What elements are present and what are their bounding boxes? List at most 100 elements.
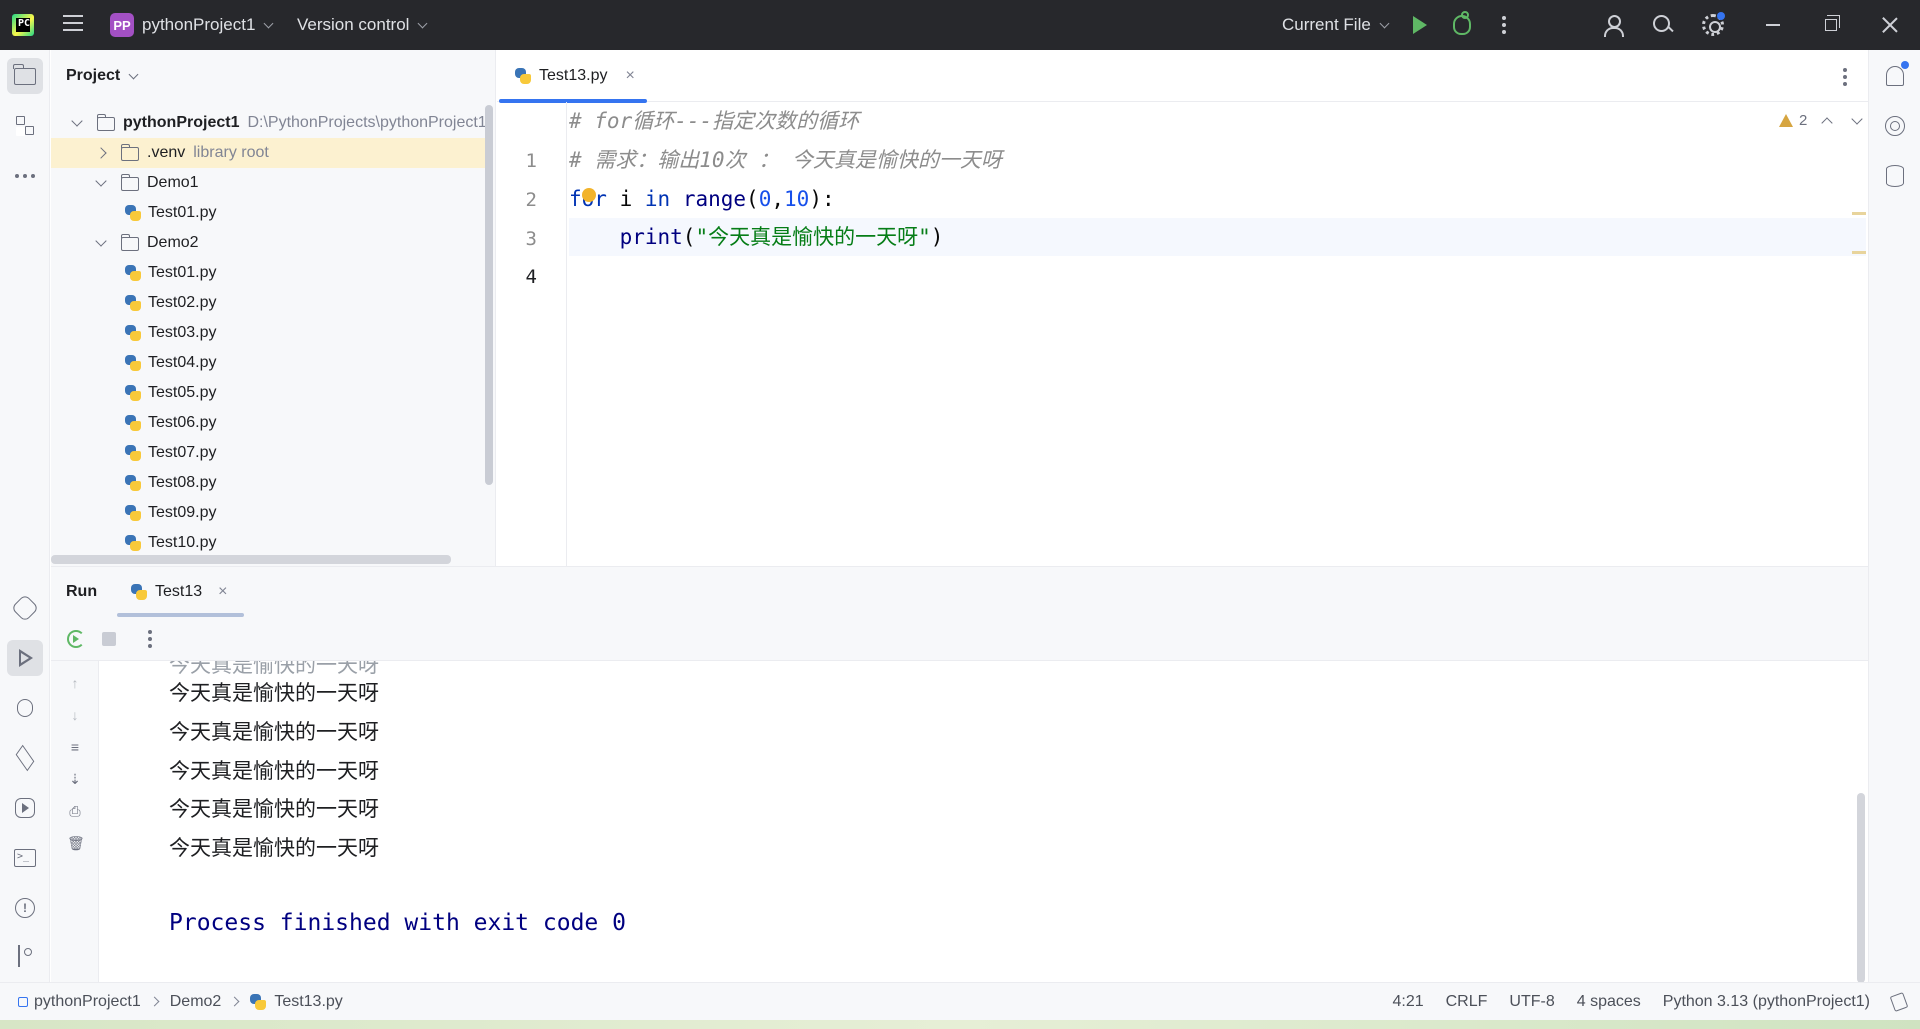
tree-file-row[interactable]: Test04.py [51,348,495,378]
chevron-down-icon [128,69,139,79]
tree-file-row[interactable]: Test09.py [51,498,495,528]
problems-tool-button[interactable]: ! [7,890,43,926]
run-tab-test13[interactable]: Test13 × [117,567,244,617]
code-line-2[interactable]: # 需求：输出10次 ： 今天真是愉快的一天呀 [569,141,1002,179]
tree-folder-row[interactable]: pythonProject1 D:\PythonProjects\pythonPr… [51,108,495,138]
intention-bulb-icon[interactable] [582,188,596,202]
next-problem-icon[interactable] [1851,112,1864,125]
breadcrumb-project[interactable]: pythonProject1 [34,993,141,1011]
restore-button[interactable] [1825,0,1840,50]
error-stripe-mark[interactable] [1852,251,1866,254]
python-file-icon [125,505,141,521]
tree-folder-row[interactable]: .venv library root [51,138,491,168]
tree-file-row[interactable]: Test05.py [51,378,495,408]
editor-tab-test13[interactable]: Test13.py × [497,50,649,103]
main-menu-icon[interactable] [63,15,83,33]
more-actions-button[interactable] [1502,0,1506,50]
scroll-to-end-icon[interactable]: ⇣ [67,771,83,787]
notifications-button[interactable] [1877,58,1913,94]
code-with-me-button[interactable] [1603,0,1625,50]
run-tool-button[interactable] [7,640,43,676]
ai-assistant-button[interactable] [1877,108,1913,144]
error-stripe-mark[interactable] [1852,212,1866,215]
python-interpreter[interactable]: Python 3.13 (pythonProject1) [1663,993,1870,1011]
stop-icon[interactable] [102,632,116,646]
chevron-down-icon[interactable] [95,175,107,187]
tree-file-row[interactable]: Test08.py [51,468,495,498]
tree-file-row[interactable]: Test03.py [51,318,495,348]
tree-item-label: Test09.py [148,504,216,522]
up-arrow-icon[interactable]: ↑ [67,675,83,691]
console-line: 今天真是愉快的一天呀 [169,759,379,783]
structure-tool-button[interactable] [7,108,43,144]
run-button[interactable] [1413,0,1427,50]
tree-file-row[interactable]: Test02.py [51,288,495,318]
trash-icon[interactable]: 🗑 [67,835,85,851]
chevron-down-icon[interactable] [95,235,107,247]
close-tab-icon[interactable]: × [625,67,634,85]
print-icon[interactable]: ⎙ [67,803,83,819]
debug-button[interactable] [1453,0,1471,50]
tree-file-row[interactable]: Test10.py [51,528,495,558]
file-encoding[interactable]: UTF-8 [1509,993,1554,1011]
code-line-1[interactable]: # for循环---指定次数的循环 [569,102,859,140]
more-vertical-icon[interactable] [148,630,152,648]
services-tool-button[interactable] [7,790,43,826]
settings-button[interactable] [1702,0,1725,50]
tree-folder-row[interactable]: Demo2 [51,228,495,258]
rerun-icon[interactable] [67,630,85,648]
project-switcher[interactable]: PP pythonProject1 [110,0,274,50]
more-tools-button[interactable] [7,158,43,194]
previous-problem-icon[interactable] [1821,116,1834,129]
close-run-tab-icon[interactable]: × [218,583,227,601]
breadcrumb-file[interactable]: Test13.py [274,993,342,1011]
console-output[interactable]: 今天真是愉快的一天呀 今天真是愉快的一天呀 今天真是愉快的一天呀 今天真是愉快的… [99,661,1868,983]
indent-setting[interactable]: 4 spaces [1577,993,1641,1011]
debug-tool-button[interactable] [7,690,43,726]
tree-item-name: Test07.py [148,444,217,461]
database-button[interactable] [1877,158,1913,194]
read-only-toggle-icon[interactable] [1889,992,1909,1012]
minimize-button[interactable] [1766,0,1780,50]
tree-item-hint: D:\PythonProjects\pythonProject1 [247,114,487,131]
down-arrow-icon[interactable]: ↓ [67,707,83,723]
terminal-icon: >_ [14,849,36,867]
search-button[interactable] [1653,0,1673,50]
git-tool-button[interactable] [7,938,43,974]
code-line-3[interactable]: for i in range(0,10): [569,180,835,218]
tree-file-row[interactable]: Test07.py [51,438,495,468]
python-console-button[interactable] [7,590,43,626]
tree-item-name: Demo2 [147,234,199,251]
breadcrumb-folder[interactable]: Demo2 [170,993,222,1011]
project-vertical-scrollbar[interactable] [485,105,493,485]
tree-item-label: Test05.py [148,384,216,402]
tree-file-row[interactable]: Test01.py [51,258,495,288]
debug-icon [1453,11,1471,35]
close-button[interactable] [1882,0,1898,50]
run-config-selector[interactable]: Current File [1282,0,1390,50]
code-token: # for循环---指定次数的循环 [569,109,860,133]
inspection-widget[interactable]: 2 [1779,112,1864,129]
soft-wrap-icon[interactable]: ≡ [67,739,83,755]
editor-more-icon[interactable] [1843,68,1847,86]
console-scrollbar[interactable] [1857,793,1865,983]
project-tool-button[interactable] [7,58,43,94]
terminal-tool-button[interactable]: >_ [7,840,43,876]
folder-icon [96,114,115,131]
tree-file-row[interactable]: Test06.py [51,408,495,438]
code-token: ( [746,187,759,211]
vcs-menu[interactable]: Version control [297,0,428,50]
chevron-down-icon[interactable] [71,115,83,127]
code-line-4[interactable]: print("今天真是愉快的一天呀") [569,218,1866,256]
tree-item-label: Test02.py [148,294,216,312]
python-file-icon [125,385,141,401]
chevron-right-icon[interactable] [95,147,107,159]
tree-file-row[interactable]: Test01.py [51,198,495,228]
project-horizontal-scrollbar[interactable] [51,555,451,564]
line-separator[interactable]: CRLF [1446,993,1488,1011]
python-packages-button[interactable] [7,740,43,776]
tree-folder-row[interactable]: Demo1 [51,168,495,198]
cursor-position[interactable]: 4:21 [1392,993,1423,1011]
git-branch-icon [16,945,34,967]
project-panel-header[interactable]: Project [51,50,495,102]
